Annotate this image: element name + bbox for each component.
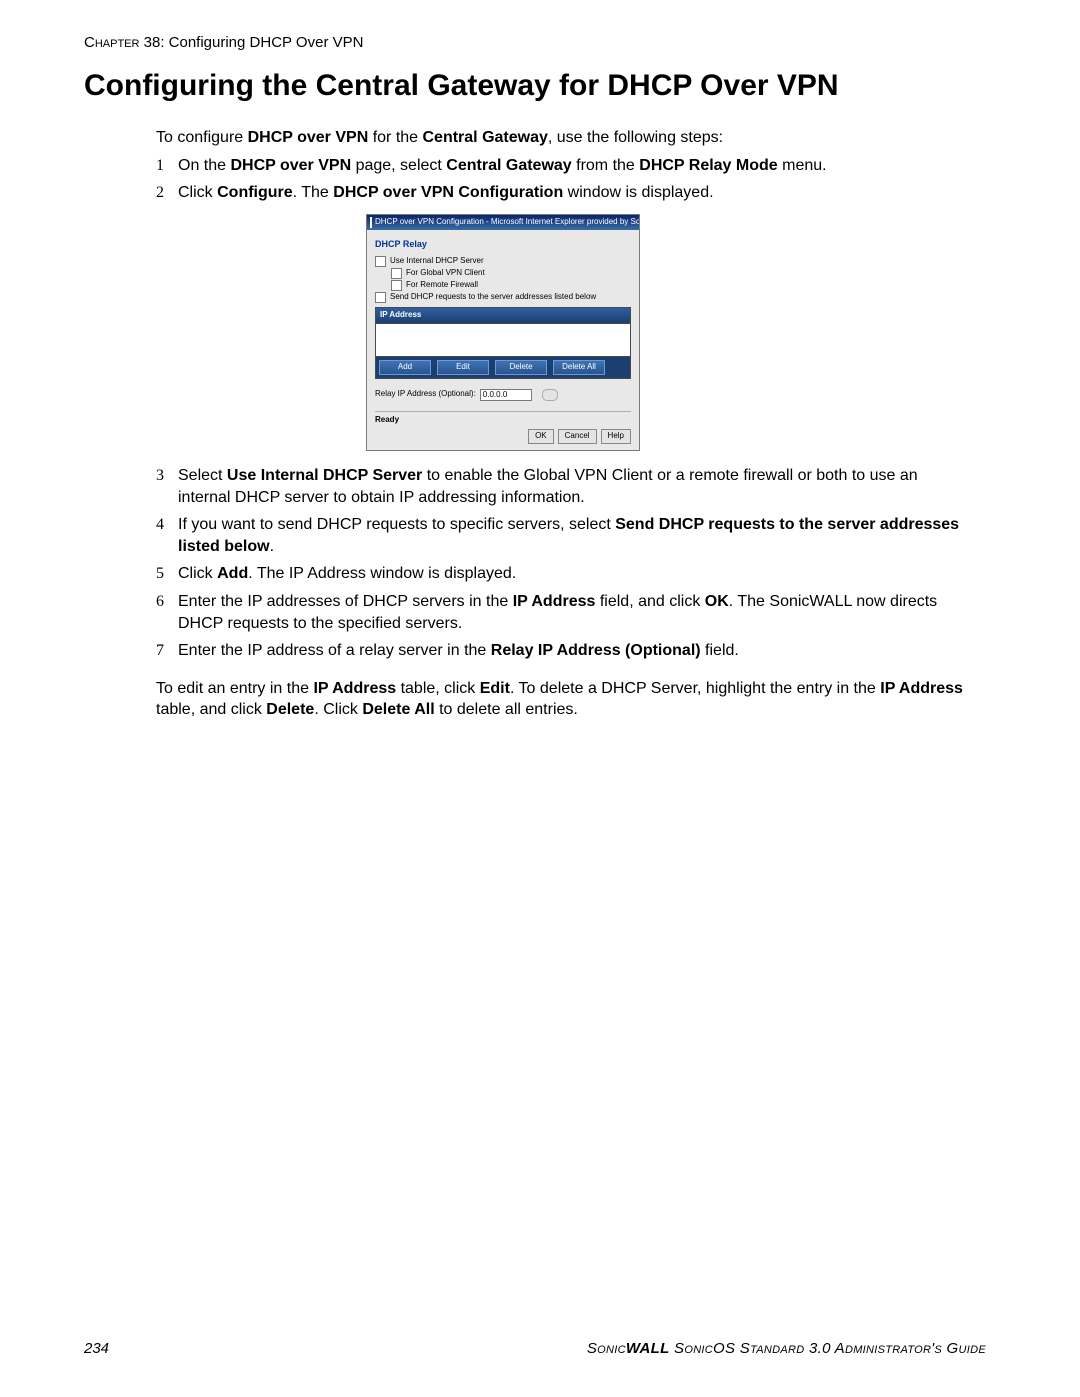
chapter-prefix: Chapter bbox=[84, 34, 139, 51]
ok-button[interactable]: OK bbox=[528, 429, 554, 444]
help-button[interactable]: Help bbox=[601, 429, 631, 444]
checkbox-icon[interactable] bbox=[375, 256, 386, 267]
step-3: 3 Select Use Internal DHCP Server to ena… bbox=[156, 465, 966, 508]
page-number: 234 bbox=[84, 1340, 109, 1357]
status-bar: Ready bbox=[375, 411, 631, 426]
footer-guide-title: SonicWALL SonicOS Standard 3.0 Administr… bbox=[587, 1340, 986, 1357]
window-titlebar: DHCP over VPN Configuration - Microsoft … bbox=[367, 215, 639, 230]
ip-button-row: Add Edit Delete Delete All bbox=[375, 357, 631, 379]
tooltip-icon[interactable] bbox=[542, 389, 558, 401]
body: To configure DHCP over VPN for the Centr… bbox=[156, 127, 966, 721]
send-dhcp-requests-row[interactable]: Send DHCP requests to the server address… bbox=[375, 292, 631, 303]
delete-button[interactable]: Delete bbox=[495, 360, 547, 375]
closing-paragraph: To edit an entry in the IP Address table… bbox=[156, 678, 966, 721]
use-internal-dhcp-row[interactable]: Use Internal DHCP Server bbox=[375, 256, 631, 267]
checkbox-icon[interactable] bbox=[375, 292, 386, 303]
page-footer: 234 SonicWALL SonicOS Standard 3.0 Admin… bbox=[84, 1340, 986, 1357]
dialog-button-row: OK Cancel Help bbox=[375, 429, 631, 444]
relay-ip-row: Relay IP Address (Optional): bbox=[375, 389, 631, 401]
step-2: 2 Click Configure. The DHCP over VPN Con… bbox=[156, 182, 966, 204]
cancel-button[interactable]: Cancel bbox=[558, 429, 597, 444]
step-4: 4 If you want to send DHCP requests to s… bbox=[156, 514, 966, 557]
use-internal-dhcp-label: Use Internal DHCP Server bbox=[390, 256, 484, 267]
window-title: DHCP over VPN Configuration - Microsoft … bbox=[375, 217, 639, 228]
checkbox-icon[interactable] bbox=[391, 280, 402, 291]
dhcp-relay-section-label: DHCP Relay bbox=[375, 238, 631, 250]
for-global-vpn-label: For Global VPN Client bbox=[406, 268, 485, 279]
checkbox-icon[interactable] bbox=[391, 268, 402, 279]
step-7: 7 Enter the IP address of a relay server… bbox=[156, 640, 966, 662]
delete-all-button[interactable]: Delete All bbox=[553, 360, 605, 375]
step-1: 1 On the DHCP over VPN page, select Cent… bbox=[156, 155, 966, 177]
chapter-title: Configuring DHCP Over VPN bbox=[169, 34, 364, 51]
send-dhcp-requests-label: Send DHCP requests to the server address… bbox=[390, 292, 596, 303]
for-global-vpn-row[interactable]: For Global VPN Client bbox=[391, 268, 631, 279]
ip-address-header: IP Address bbox=[375, 307, 631, 324]
page-title: Configuring the Central Gateway for DHCP… bbox=[84, 69, 986, 103]
chapter-header: Chapter 38: Configuring DHCP Over VPN bbox=[84, 34, 986, 51]
relay-ip-label: Relay IP Address (Optional): bbox=[375, 389, 476, 400]
dhcp-config-window: DHCP over VPN Configuration - Microsoft … bbox=[366, 214, 640, 451]
step-6: 6 Enter the IP addresses of DHCP servers… bbox=[156, 591, 966, 634]
intro-paragraph: To configure DHCP over VPN for the Centr… bbox=[156, 127, 966, 149]
edit-button[interactable]: Edit bbox=[437, 360, 489, 375]
add-button[interactable]: Add bbox=[379, 360, 431, 375]
step-5: 5 Click Add. The IP Address window is di… bbox=[156, 563, 966, 585]
relay-ip-input[interactable] bbox=[480, 389, 532, 401]
for-remote-firewall-label: For Remote Firewall bbox=[406, 280, 478, 291]
ie-icon bbox=[370, 217, 372, 228]
ip-address-list[interactable] bbox=[375, 324, 631, 357]
for-remote-firewall-row[interactable]: For Remote Firewall bbox=[391, 280, 631, 291]
